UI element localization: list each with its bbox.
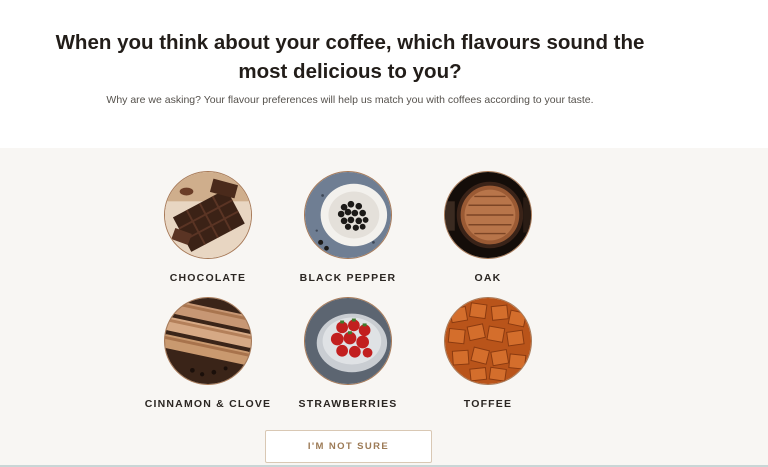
black-pepper-image xyxy=(304,171,392,259)
flavour-option-toffee[interactable]: TOFFEE xyxy=(418,297,558,410)
question-header: When you think about your coffee, which … xyxy=(0,0,768,148)
flavour-label: CINNAMON & CLOVE xyxy=(144,398,272,410)
flavour-option-chocolate[interactable]: CHOCOLATE xyxy=(138,171,278,284)
flavour-label: BLACK PEPPER xyxy=(299,272,397,284)
oak-image xyxy=(444,171,532,259)
question-title: When you think about your coffee, which … xyxy=(55,31,645,83)
flavour-label: STRAWBERRIES xyxy=(298,398,398,410)
question-subtitle: Why are we asking? Your flavour preferen… xyxy=(106,94,594,106)
flavour-option-black-pepper[interactable]: BLACK PEPPER xyxy=(278,171,418,284)
flavour-label: OAK xyxy=(474,272,502,284)
flavour-label: CHOCOLATE xyxy=(169,272,247,284)
toffee-image xyxy=(444,297,532,385)
flavour-label: TOFFEE xyxy=(463,398,513,410)
flavour-option-cinnamon-clove[interactable]: CINNAMON & CLOVE xyxy=(138,297,278,410)
flavour-option-strawberries[interactable]: STRAWBERRIES xyxy=(278,297,418,410)
cinnamon-image xyxy=(164,297,252,385)
strawberries-image xyxy=(304,297,392,385)
not-sure-button[interactable]: I'M NOT SURE xyxy=(265,430,432,463)
chocolate-image xyxy=(164,171,252,259)
flavour-option-oak[interactable]: OAK xyxy=(418,171,558,284)
